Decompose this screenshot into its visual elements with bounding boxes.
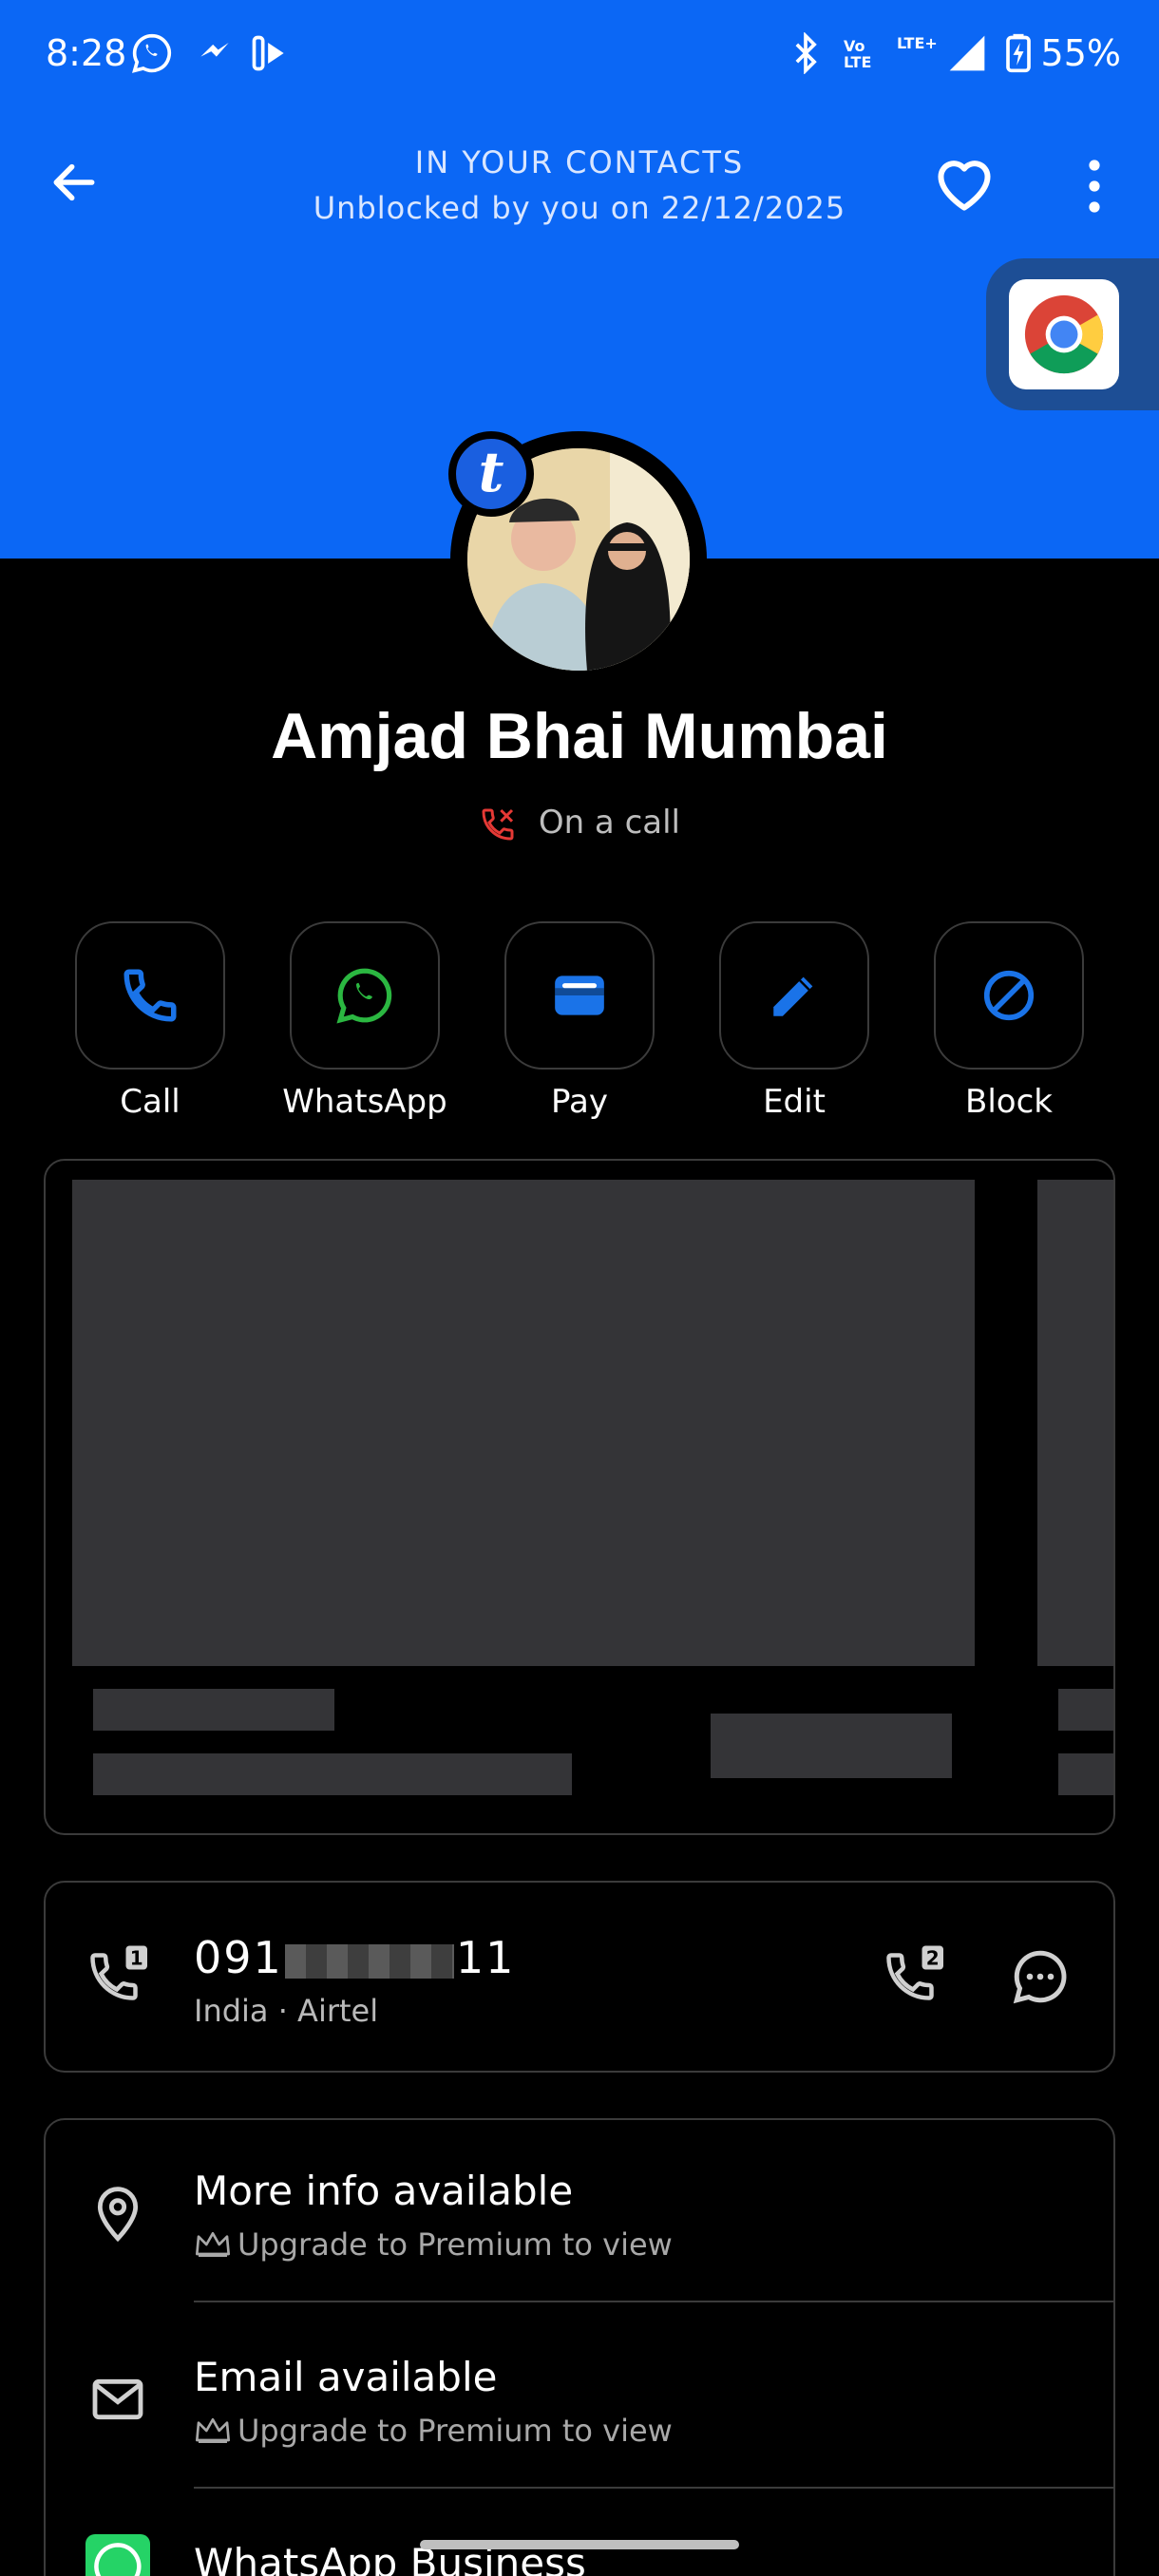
wallet-icon — [555, 975, 604, 1015]
whatsapp-business-icon — [86, 2534, 150, 2576]
phone-number: 091 11 — [194, 1932, 515, 1983]
call-status-text: On a call — [538, 804, 680, 842]
placeholder-line — [93, 1753, 572, 1795]
whatsapp-action[interactable]: WhatsApp — [258, 921, 471, 1121]
gesture-home-bar[interactable] — [420, 2540, 739, 2549]
status-time: 8:28 — [46, 32, 127, 74]
more-options-icon[interactable] — [1075, 158, 1113, 215]
message-icon[interactable] — [1009, 1945, 1072, 2008]
divider — [194, 2487, 1113, 2489]
ad-placeholder-card — [44, 1159, 1115, 1835]
edit-label: Edit — [763, 1083, 826, 1121]
ongoing-call-icon — [482, 808, 514, 841]
contact-source-label: IN YOUR CONTACTS — [414, 144, 745, 180]
premium-text: Upgrade to Premium to view — [238, 2413, 673, 2449]
info-card: More info available Upgrade to Premium t… — [44, 2118, 1115, 2576]
mail-icon — [92, 2378, 143, 2420]
email-sub: Upgrade to Premium to view — [194, 2413, 673, 2449]
edit-button[interactable] — [719, 921, 869, 1070]
placeholder-line — [1058, 1753, 1113, 1795]
pay-action[interactable]: Pay — [473, 921, 686, 1121]
crown-icon — [196, 2418, 231, 2443]
more-info-sub: Upgrade to Premium to view — [194, 2226, 673, 2263]
lte-icon: LTE+ — [897, 34, 938, 52]
battery-percent: 55% — [1040, 32, 1121, 74]
chrome-app-tile[interactable] — [1009, 279, 1119, 389]
phone-prefix: 091 — [194, 1932, 283, 1983]
bluetooth-icon — [795, 32, 817, 74]
block-button[interactable] — [934, 921, 1084, 1070]
chrome-icon — [1024, 294, 1104, 374]
volte-icon: Vo LTE — [844, 37, 872, 71]
more-info-title: More info available — [194, 2168, 574, 2214]
messenger-icon — [200, 43, 229, 57]
call-status: On a call — [0, 804, 1159, 843]
whatsapp-label: WhatsApp — [282, 1083, 447, 1121]
favorite-heart-icon[interactable] — [933, 156, 996, 213]
call-action[interactable]: Call — [44, 921, 256, 1121]
unblock-info: Unblocked by you on 22/12/2025 — [313, 190, 846, 226]
sim2-call-icon[interactable]: 2 — [882, 1943, 948, 2010]
placeholder-button — [711, 1714, 952, 1778]
phone-number-card[interactable]: 1 091 11 India · Airtel 2 — [44, 1881, 1115, 2073]
placeholder-image — [72, 1180, 975, 1666]
pencil-icon — [773, 976, 813, 1016]
sim1-call-icon[interactable]: 1 — [86, 1943, 152, 2010]
pay-button[interactable] — [504, 921, 655, 1070]
redacted-digits — [284, 1943, 454, 1979]
phone-carrier: India · Airtel — [194, 1993, 379, 2029]
placeholder-image-next — [1037, 1180, 1113, 1666]
back-arrow-icon[interactable] — [48, 156, 101, 209]
whatsapp-icon — [336, 968, 392, 1024]
email-title: Email available — [194, 2354, 498, 2400]
sim2-label: 2 — [926, 1947, 940, 1970]
block-label: Block — [965, 1083, 1053, 1121]
media-icon — [252, 35, 284, 71]
call-label: Call — [120, 1083, 180, 1121]
premium-text: Upgrade to Premium to view — [238, 2226, 673, 2263]
block-icon — [983, 970, 1035, 1021]
whatsapp-icon — [132, 33, 172, 73]
battery-icon — [1006, 33, 1031, 73]
chrome-floating-bubble[interactable] — [986, 258, 1159, 410]
edit-action[interactable]: Edit — [688, 921, 901, 1121]
contact-name: Amjad Bhai Mumbai — [271, 700, 888, 772]
placeholder-line — [93, 1689, 334, 1731]
sim1-label: 1 — [130, 1947, 143, 1970]
phone-icon — [124, 969, 177, 1022]
divider — [194, 2301, 1113, 2302]
whatsapp-business-row[interactable]: WhatsApp Business — [46, 2492, 1113, 2576]
signal-icon — [949, 35, 985, 71]
whatsapp-button[interactable] — [290, 921, 440, 1070]
email-row[interactable]: Email available Upgrade to Premium to vi… — [46, 2306, 1113, 2492]
call-button[interactable] — [75, 921, 225, 1070]
phone-suffix: 11 — [455, 1932, 516, 1983]
truecaller-badge: t — [448, 431, 534, 517]
crown-icon — [196, 2232, 231, 2257]
pay-label: Pay — [551, 1083, 608, 1121]
block-action[interactable]: Block — [902, 921, 1115, 1121]
location-pin-icon — [97, 2187, 139, 2243]
more-info-row[interactable]: More info available Upgrade to Premium t… — [46, 2120, 1113, 2306]
placeholder-line — [1058, 1689, 1113, 1731]
header-title: IN YOUR CONTACTS Unblocked by you on 22/… — [247, 144, 912, 226]
status-bar: 8:28 Vo LTE LTE+ 55% — [0, 0, 1159, 114]
